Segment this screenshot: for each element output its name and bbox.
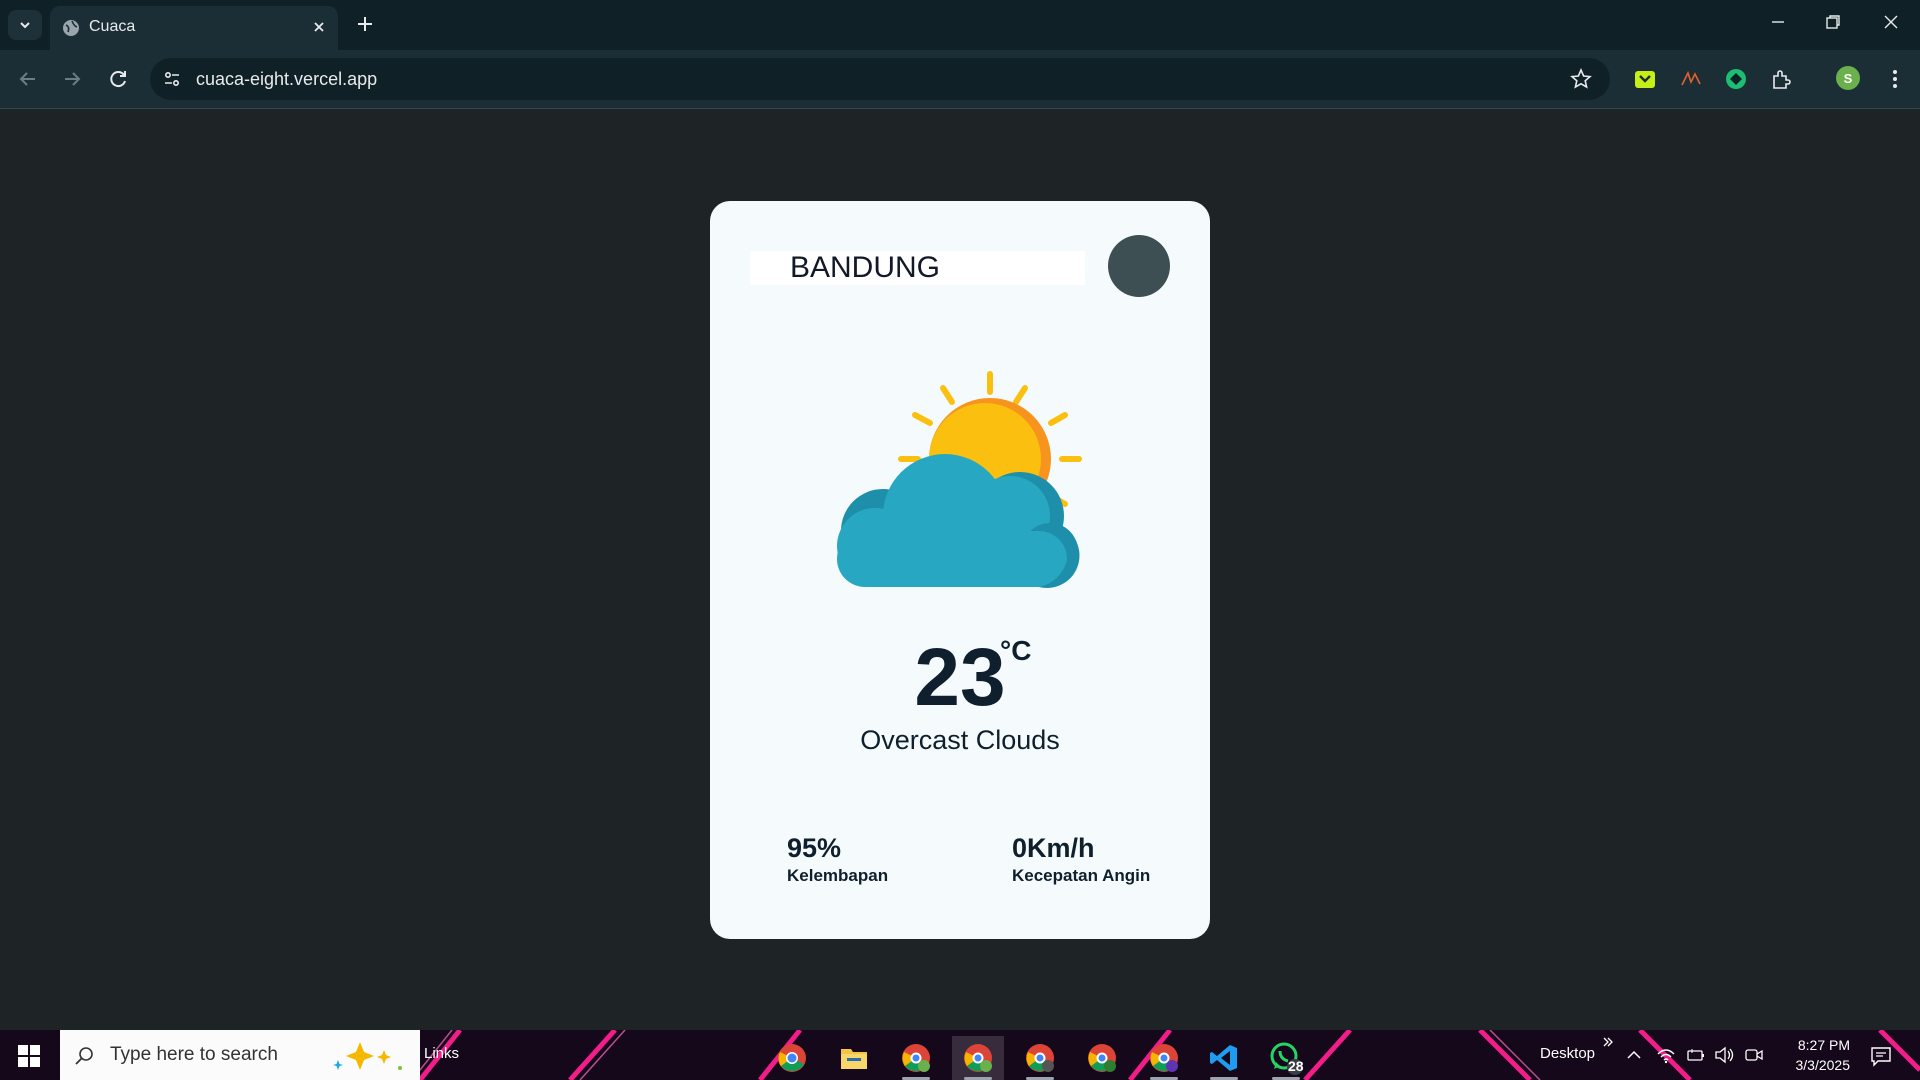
desktop-toolbar-label[interactable]: Desktop bbox=[1540, 1045, 1595, 1062]
new-tab-icon[interactable] bbox=[354, 13, 376, 35]
sun-behind-cloud-icon bbox=[837, 371, 1082, 588]
temperature-display: 23 °C bbox=[710, 631, 1210, 725]
restore-icon[interactable] bbox=[1823, 12, 1843, 32]
taskbar-whatsapp[interactable]: 28 bbox=[1260, 1036, 1312, 1080]
bookmark-star-icon[interactable] bbox=[1570, 68, 1592, 90]
address-bar[interactable]: cuaca-eight.vercel.app bbox=[150, 58, 1610, 100]
extensions-puzzle-icon[interactable] bbox=[1770, 68, 1792, 90]
chrome-profile-icon bbox=[1026, 1044, 1054, 1072]
humidity-stat: 95% Kelembapan bbox=[787, 833, 888, 886]
chrome-profile-icon bbox=[1088, 1044, 1116, 1072]
wind-stat: 0Km/h Kecepatan Angin bbox=[1012, 833, 1150, 886]
tab-title: Cuaca bbox=[89, 18, 136, 35]
sparkle-icon[interactable] bbox=[330, 1038, 410, 1072]
clock-time: 8:27 PM bbox=[1797, 1037, 1850, 1053]
notification-icon[interactable] bbox=[1870, 1045, 1892, 1067]
system-clock[interactable]: 8:27 PM 3/3/2025 bbox=[1770, 1035, 1851, 1075]
taskbar-chrome-profile-5[interactable] bbox=[1138, 1036, 1190, 1080]
whatsapp-badge: 28 bbox=[1288, 1058, 1304, 1074]
forward-icon[interactable] bbox=[60, 67, 84, 91]
humidity-value: 95% bbox=[787, 833, 842, 863]
weather-description: Overcast Clouds bbox=[860, 725, 1060, 755]
globe-icon bbox=[63, 20, 79, 36]
taskbar: Type here to search Links 28 Desktop 8:2… bbox=[0, 1030, 1920, 1080]
tab-search-button[interactable] bbox=[8, 10, 42, 40]
wind-label: Kecepatan Angin bbox=[1012, 866, 1151, 885]
folder-icon bbox=[841, 1049, 867, 1069]
search-button[interactable] bbox=[1108, 235, 1170, 297]
chevron-down-icon bbox=[20, 22, 30, 29]
profile-avatar[interactable]: S bbox=[1836, 66, 1860, 90]
taskbar-chrome[interactable] bbox=[766, 1036, 818, 1080]
minimize-icon[interactable] bbox=[1768, 12, 1788, 32]
browser-tab-active[interactable]: Cuaca bbox=[50, 6, 338, 50]
chrome-profile-icon bbox=[1150, 1044, 1178, 1072]
taskbar-chrome-profile-3[interactable] bbox=[1014, 1036, 1066, 1080]
links-toolbar-label[interactable]: Links bbox=[424, 1045, 459, 1062]
taskbar-chrome-profile-4[interactable] bbox=[1076, 1036, 1128, 1080]
temperature-unit: °C bbox=[1000, 635, 1032, 666]
vscode-icon bbox=[1210, 1045, 1237, 1071]
reload-icon[interactable] bbox=[106, 67, 130, 91]
back-icon[interactable] bbox=[16, 67, 40, 91]
extension-icon-green[interactable] bbox=[1634, 68, 1656, 90]
chrome-profile-icon bbox=[902, 1044, 930, 1072]
weather-card: 23 °C Overcast Clouds 95% Kelembapan 0Km… bbox=[710, 201, 1210, 939]
chrome-icon bbox=[778, 1044, 806, 1072]
chevron-up-icon[interactable] bbox=[1625, 1046, 1643, 1064]
taskbar-vscode[interactable] bbox=[1198, 1036, 1250, 1080]
url-text: cuaca-eight.vercel.app bbox=[196, 69, 378, 89]
wifi-icon[interactable] bbox=[1656, 1046, 1676, 1064]
extension-icon-signature[interactable] bbox=[1680, 68, 1702, 90]
chrome-profile-icon bbox=[964, 1044, 992, 1072]
search-icon bbox=[75, 1047, 93, 1065]
wind-value: 0Km/h bbox=[1012, 833, 1095, 863]
meet-now-icon[interactable] bbox=[1744, 1046, 1764, 1064]
browser-toolbar: cuaca-eight.vercel.app bbox=[0, 50, 1920, 108]
city-search-input[interactable] bbox=[750, 251, 1085, 285]
toolbar-overflow-icon[interactable] bbox=[1602, 1036, 1614, 1048]
search-placeholder: Type here to search bbox=[110, 1044, 278, 1065]
battery-icon[interactable] bbox=[1686, 1046, 1706, 1064]
clock-date: 3/3/2025 bbox=[1795, 1057, 1851, 1073]
taskbar-chrome-profile-2[interactable] bbox=[952, 1036, 1004, 1080]
site-info-icon[interactable] bbox=[162, 69, 182, 89]
browser-tabstrip: Cuaca bbox=[0, 0, 1920, 50]
extension-icon-diamond[interactable] bbox=[1725, 68, 1747, 90]
taskbar-chrome-profile-1[interactable] bbox=[890, 1036, 942, 1080]
taskbar-search-box[interactable]: Type here to search bbox=[60, 1030, 420, 1080]
taskbar-file-explorer[interactable] bbox=[828, 1036, 880, 1080]
page-viewport: 23 °C Overcast Clouds 95% Kelembapan 0Km… bbox=[0, 109, 1920, 1030]
temperature-value: 23 bbox=[914, 632, 1006, 723]
browser-menu-icon[interactable] bbox=[1884, 68, 1906, 90]
humidity-label: Kelembapan bbox=[787, 866, 889, 885]
windows-start-icon[interactable] bbox=[18, 1045, 40, 1067]
volume-icon[interactable] bbox=[1714, 1046, 1736, 1064]
close-window-icon[interactable] bbox=[1881, 12, 1901, 32]
close-tab-icon[interactable] bbox=[310, 18, 328, 36]
